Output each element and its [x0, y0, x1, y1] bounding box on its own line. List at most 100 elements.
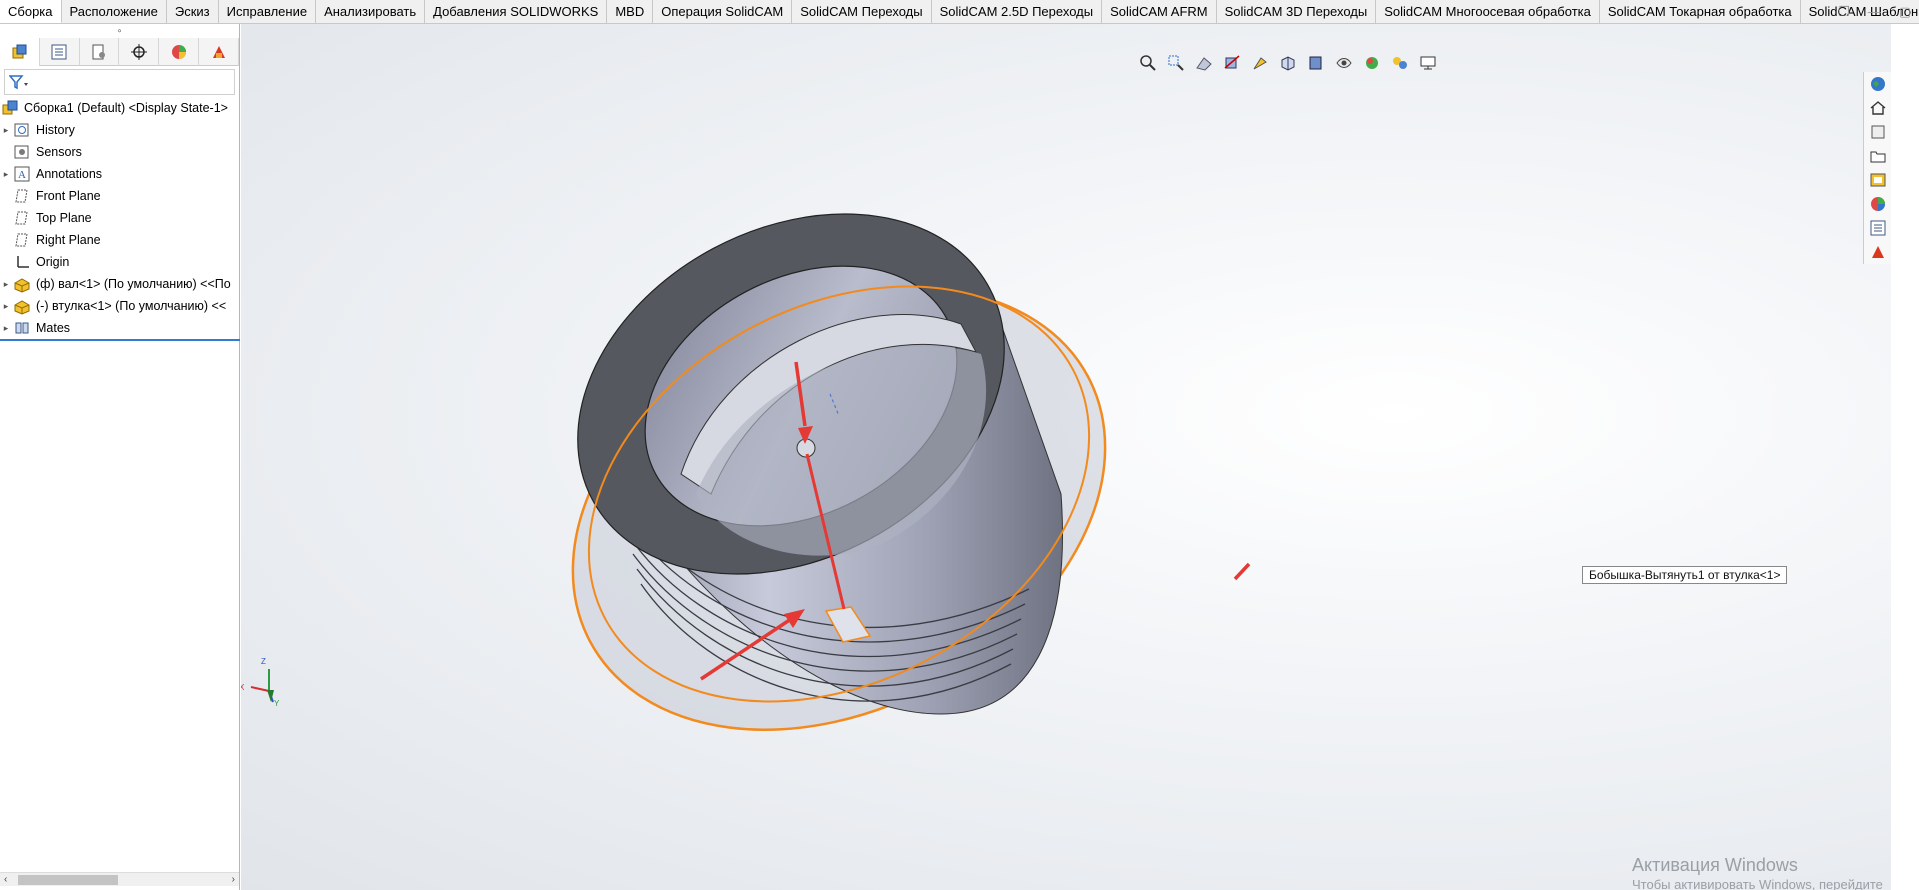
tab-8[interactable]: SolidCAM Переходы — [792, 0, 932, 23]
zoom-fit-icon — [1140, 55, 1156, 71]
plane-icon — [12, 208, 32, 228]
view-settings-button[interactable] — [1416, 52, 1440, 74]
solidcam-pane-button[interactable] — [1863, 240, 1891, 264]
display-style-button[interactable] — [1304, 52, 1328, 74]
tree-item[interactable]: ▸ (ф) вал<1> (По умолчанию) <<По — [0, 273, 239, 295]
display-manager-tab[interactable] — [159, 38, 200, 66]
graphics-area[interactable]: X Z Y Бобышка-Вытянуть1 от втулка<1> Акт… — [241, 24, 1891, 890]
dynamic-annotation-button[interactable] — [1248, 52, 1272, 74]
feature-tree-tab[interactable] — [0, 38, 40, 66]
tab-9[interactable]: SolidCAM 2.5D Переходы — [932, 0, 1103, 23]
tree-item-label: Front Plane — [36, 189, 101, 203]
scroll-left-icon[interactable]: ‹ — [4, 873, 7, 887]
configuration-manager-tab[interactable] — [80, 38, 120, 66]
coordinate-triad: X Z Y — [241, 657, 280, 708]
tree-item-label: (ф) вал<1> (По умолчанию) <<По — [36, 277, 231, 291]
filter-icon — [9, 75, 28, 90]
solidcam-pane-icon — [1871, 246, 1884, 258]
panel-drag-handle[interactable]: ⚬ — [0, 24, 239, 38]
task-pane-bar — [1863, 72, 1891, 264]
appearances-button[interactable] — [1863, 192, 1891, 216]
tree-item[interactable]: ▸ Mates — [0, 317, 239, 339]
tab-1[interactable]: Расположение — [62, 0, 167, 23]
zoom-to-fit-button[interactable] — [1136, 52, 1160, 74]
minimize-icon[interactable]: — — [1868, 4, 1881, 20]
view-orientation-button[interactable] — [1276, 52, 1300, 74]
maximize-icon[interactable]: ▢ — [1899, 4, 1911, 20]
section-view-button[interactable] — [1220, 52, 1244, 74]
property-manager-tab[interactable] — [40, 38, 80, 66]
tree-item-label: Mates — [36, 321, 71, 335]
model-scene[interactable]: X Z Y — [241, 24, 1891, 890]
solidworks-resources-button[interactable] — [1863, 72, 1891, 96]
tree-item[interactable]: Origin — [0, 251, 239, 273]
mates-icon — [12, 318, 32, 338]
expand-arrow-icon[interactable]: ▸ — [0, 323, 12, 334]
horizontal-scrollbar[interactable]: ‹ › — [0, 872, 239, 886]
tree-item[interactable]: ▸ (-) втулка<1> (По умолчанию) << — [0, 295, 239, 317]
tree-item[interactable]: ▸ A Annotations — [0, 163, 239, 185]
tab-7[interactable]: Операция SolidCAM — [653, 0, 793, 23]
zoom-area-button[interactable] — [1164, 52, 1188, 74]
expand-arrow-icon[interactable]: ▸ — [0, 169, 12, 180]
tree-item[interactable]: Front Plane — [0, 185, 239, 207]
tree-item-label: (-) втулка<1> (По умолчанию) << — [36, 299, 227, 313]
file-explorer-button[interactable] — [1863, 144, 1891, 168]
tree-item[interactable]: Top Plane — [0, 207, 239, 229]
expand-arrow-icon[interactable]: ▸ — [0, 301, 12, 312]
tab-13[interactable]: SolidCAM Токарная обработка — [1600, 0, 1801, 23]
tab-4[interactable]: Анализировать — [316, 0, 426, 23]
scroll-thumb[interactable] — [18, 875, 118, 885]
configuration-icon — [92, 44, 106, 60]
home-button[interactable] — [1863, 96, 1891, 120]
edit-appearance-button[interactable] — [1360, 52, 1384, 74]
rollback-bar[interactable] — [0, 339, 240, 341]
expand-arrow-icon[interactable]: ▸ — [0, 125, 12, 136]
restore-icon[interactable]: ❐ — [1838, 4, 1850, 20]
feature-manager-tabs — [0, 38, 239, 66]
design-library-button[interactable] — [1863, 120, 1891, 144]
eye-icon — [1336, 58, 1352, 68]
section-view-icon — [1224, 55, 1240, 69]
windows-activation-watermark: Активация Windows Чтобы активировать Win… — [1632, 854, 1891, 890]
hide-show-button[interactable] — [1332, 52, 1356, 74]
solidcam-tab[interactable] — [199, 38, 239, 66]
tree-item[interactable]: ▸ History — [0, 119, 239, 141]
tab-11[interactable]: SolidCAM 3D Переходы — [1217, 0, 1377, 23]
triad-x-label: X — [241, 683, 245, 692]
scroll-right-icon[interactable]: › — [232, 873, 235, 887]
activation-title: Активация Windows — [1632, 855, 1798, 875]
part-icon — [12, 274, 32, 294]
appearance-icon — [171, 45, 186, 59]
tab-12[interactable]: SolidCAM Многоосевая обработка — [1376, 0, 1600, 23]
view-palette-button[interactable] — [1863, 168, 1891, 192]
filter-field[interactable] — [4, 69, 235, 95]
tab-10[interactable]: SolidCAM AFRM — [1102, 0, 1217, 23]
library-icon — [1871, 125, 1884, 139]
tree-root-assembly[interactable]: Сборка1 (Default) <Display State-1> — [0, 97, 239, 119]
custom-properties-button[interactable] — [1863, 216, 1891, 240]
tree-item[interactable]: Right Plane — [0, 229, 239, 251]
annotation-view-icon — [1253, 57, 1267, 70]
history-icon — [12, 120, 32, 140]
tree-item-label: Origin — [36, 255, 70, 269]
home-icon — [1870, 101, 1885, 115]
previous-view-button[interactable] — [1192, 52, 1216, 74]
tab-3[interactable]: Исправление — [219, 0, 317, 23]
tab-0[interactable]: Сборка — [0, 0, 62, 23]
expand-arrow-icon[interactable]: ▸ — [0, 279, 12, 290]
assembly-icon — [0, 98, 20, 118]
tab-6[interactable]: MBD — [607, 0, 654, 23]
view-palette-icon — [1870, 173, 1885, 187]
folder-icon — [1870, 151, 1885, 163]
tab-2[interactable]: Эскиз — [167, 0, 219, 23]
feature-manager-panel: ⚬ Сборка1 (Default) <Display State-1> ▸ … — [0, 24, 240, 890]
apply-scene-button[interactable] — [1388, 52, 1412, 74]
activation-subtitle: Чтобы активировать Windows, перейдите в … — [1632, 877, 1883, 890]
tab-5[interactable]: Добавления SOLIDWORKS — [425, 0, 608, 23]
origin-icon — [12, 252, 32, 272]
feature-tree: Сборка1 (Default) <Display State-1> ▸ His… — [0, 97, 240, 341]
tree-item[interactable]: Sensors — [0, 141, 239, 163]
plane-icon — [12, 230, 32, 250]
dimxpert-tab[interactable] — [119, 38, 160, 66]
